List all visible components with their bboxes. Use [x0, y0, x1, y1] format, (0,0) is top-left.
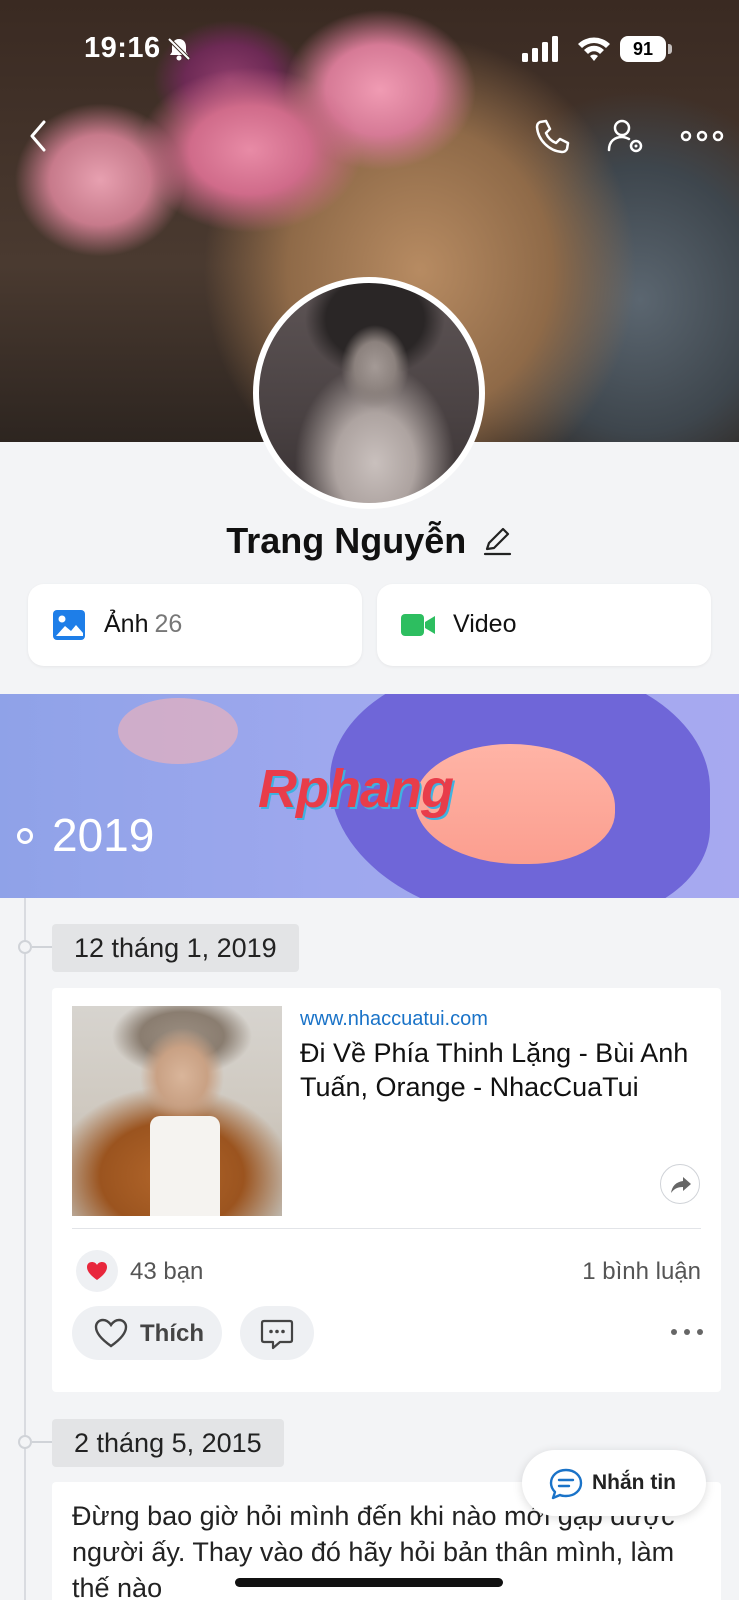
post-more-icon[interactable]	[669, 1322, 705, 1342]
heart-outline-icon	[94, 1318, 128, 1348]
heart-icon	[87, 1262, 107, 1280]
top-navigation	[0, 110, 739, 160]
comment-icon	[260, 1319, 294, 1350]
year-banner: Rphang 2019	[0, 694, 739, 898]
edit-icon[interactable]	[481, 525, 513, 557]
message-button[interactable]: Nhắn tin	[522, 1450, 706, 1516]
home-indicator	[235, 1578, 503, 1587]
status-time: 19:16	[84, 32, 161, 64]
phone-icon[interactable]	[532, 116, 572, 156]
chat-icon	[549, 1468, 583, 1500]
avatar[interactable]	[253, 277, 485, 509]
timeline-dot	[18, 940, 32, 954]
bell-muted-icon	[167, 37, 191, 61]
comments-count[interactable]: 1 bình luận	[582, 1258, 701, 1286]
profile-name-row: Trang Nguyễn	[0, 520, 739, 572]
pig-illustration-small	[118, 698, 238, 764]
link-domain[interactable]: www.nhaccuatui.com	[300, 1008, 488, 1031]
timeline-dot	[18, 1435, 32, 1449]
timeline-line	[24, 898, 26, 1600]
profile-name: Trang Nguyễn	[226, 520, 467, 561]
more-icon[interactable]	[680, 124, 724, 148]
photos-count: 26	[154, 610, 183, 638]
like-label: Thích	[140, 1320, 204, 1347]
wifi-icon	[578, 37, 610, 61]
video-icon	[401, 614, 435, 636]
status-bar: 19:16 91	[0, 28, 739, 72]
battery-indicator: 91	[620, 36, 672, 62]
likes-count[interactable]: 43 bạn	[130, 1258, 203, 1286]
back-icon[interactable]	[20, 114, 60, 158]
photos-button[interactable]: Ảnh 26	[28, 584, 362, 666]
comment-button[interactable]	[240, 1306, 314, 1360]
watermark-logo: Rphang	[258, 759, 454, 819]
share-icon	[671, 1177, 691, 1193]
videos-button[interactable]: Video	[377, 584, 711, 666]
message-button-label: Nhắn tin	[592, 1471, 676, 1494]
like-button[interactable]: Thích	[72, 1306, 222, 1360]
signal-icon	[522, 36, 558, 62]
link-thumbnail[interactable]	[72, 1006, 282, 1216]
post-date: 12 tháng 1, 2019	[52, 924, 299, 972]
photos-label: Ảnh	[104, 610, 149, 638]
profile-settings-icon[interactable]	[606, 116, 646, 156]
videos-label: Video	[453, 610, 517, 638]
timeline-year: 2019	[52, 809, 155, 861]
reaction-badge[interactable]	[76, 1250, 118, 1292]
timeline-year-dot	[17, 828, 33, 844]
share-button[interactable]	[660, 1164, 700, 1204]
link-title[interactable]: Đi Về Phía Thinh Lặng - Bùi Anh Tuấn, Or…	[300, 1036, 705, 1104]
photo-icon	[53, 610, 85, 640]
post-card: www.nhaccuatui.com Đi Về Phía Thinh Lặng…	[52, 988, 721, 1392]
battery-level: 91	[620, 36, 666, 62]
post-date: 2 tháng 5, 2015	[52, 1419, 284, 1467]
